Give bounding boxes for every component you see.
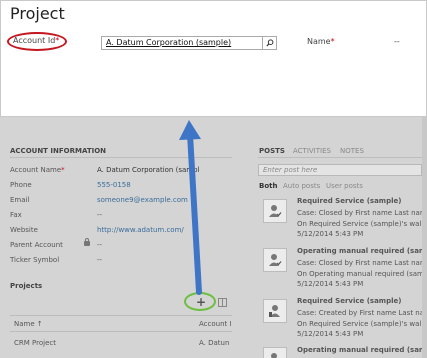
account-name-value: A. Datum Corporation (sampl: [97, 166, 200, 174]
name-label-text: Name: [307, 37, 331, 46]
divider: [258, 157, 422, 158]
post-title[interactable]: Operating manual required (sample): [297, 247, 427, 255]
post-avatar: [263, 199, 287, 223]
lock-icon: [84, 238, 90, 246]
quick-create-panel: Project Account Id* A. Datum Corporation…: [0, 0, 427, 117]
divider: [10, 331, 232, 332]
filter-auto-posts[interactable]: Auto posts: [283, 182, 320, 190]
form-title: Project: [10, 4, 65, 23]
lookup-search-button[interactable]: [262, 37, 276, 49]
project-row-name[interactable]: CRM Project: [14, 339, 56, 347]
user-check-icon: [269, 205, 282, 217]
filter-both[interactable]: Both: [259, 182, 277, 190]
filter-user-posts[interactable]: User posts: [326, 182, 363, 190]
search-icon: [266, 39, 274, 47]
divider: [10, 157, 232, 158]
fax-value: --: [97, 211, 103, 219]
account-form-background: ACCOUNT INFORMATION Account Name* A. Dat…: [0, 117, 427, 358]
field-label: Email: [10, 196, 30, 204]
field-label: Account Name*: [10, 166, 65, 174]
account-info-heading: ACCOUNT INFORMATION: [10, 147, 107, 155]
tab-notes[interactable]: NOTES: [340, 147, 364, 155]
field-label: Ticker Symbol: [10, 256, 60, 264]
account-lookup-value[interactable]: A. Datum Corporation (sample): [106, 38, 231, 47]
ticker-value: --: [97, 256, 103, 264]
name-field[interactable]: --: [394, 37, 400, 46]
divider: [10, 315, 232, 316]
post-input[interactable]: Enter post here: [258, 164, 422, 176]
website-value[interactable]: http://www.adatum.com/: [97, 226, 184, 234]
post-date: 5/12/2014 5:43 PM: [297, 330, 364, 338]
add-record-button[interactable]: +: [196, 295, 206, 309]
account-id-label-text: Account Id: [13, 36, 56, 45]
post-date: 5/12/2014 5:43 PM: [297, 280, 364, 288]
post-line: On Operating manual required (sample): [297, 270, 427, 278]
post-title[interactable]: Required Service (sample): [297, 197, 401, 205]
post-title[interactable]: Operating manual required (sample): [297, 346, 427, 354]
post-input-placeholder: Enter post here: [263, 166, 318, 174]
field-label: Parent Account: [10, 241, 63, 249]
post-line: Case: Closed by First name Last name fe: [297, 259, 427, 267]
tab-activities[interactable]: ACTIVITIES: [293, 147, 331, 155]
phone-value[interactable]: 555-0158: [97, 181, 131, 189]
grid-view-icon[interactable]: [218, 298, 227, 307]
post-title[interactable]: Required Service (sample): [297, 297, 401, 305]
phone-user-icon: [269, 305, 280, 317]
project-row-account[interactable]: A. Datun: [199, 339, 229, 347]
post-line: Case: Closed by First name Last name fe: [297, 209, 427, 217]
column-header-name[interactable]: Name ↑: [14, 320, 43, 328]
post-avatar: [263, 299, 287, 323]
post-line: On Required Service (sample)'s wall: [297, 220, 424, 228]
parent-account-value: --: [97, 241, 103, 249]
post-line: Case: Created by First name Last name f: [297, 309, 427, 317]
projects-heading: Projects: [10, 282, 43, 290]
post-avatar: [263, 347, 287, 358]
post-date: 5/12/2014 5:43 PM: [297, 230, 364, 238]
required-mark: *: [330, 37, 335, 46]
user-check-icon: [271, 353, 277, 358]
account-id-label: Account Id*: [13, 36, 59, 45]
tab-posts[interactable]: POSTS: [259, 147, 285, 155]
field-label: Phone: [10, 181, 32, 189]
account-lookup-field[interactable]: A. Datum Corporation (sample): [101, 36, 277, 50]
post-line: On Required Service (sample)'s wall: [297, 320, 424, 328]
post-avatar: [263, 248, 287, 272]
scrollbar[interactable]: [422, 117, 427, 358]
email-value[interactable]: someone9@example.com: [97, 196, 188, 204]
column-header-account[interactable]: Account I: [199, 320, 232, 328]
name-label: Name*: [307, 37, 335, 46]
required-mark: *: [55, 36, 60, 45]
field-label: Fax: [10, 211, 22, 219]
user-check-icon: [269, 254, 282, 266]
field-label: Website: [10, 226, 38, 234]
